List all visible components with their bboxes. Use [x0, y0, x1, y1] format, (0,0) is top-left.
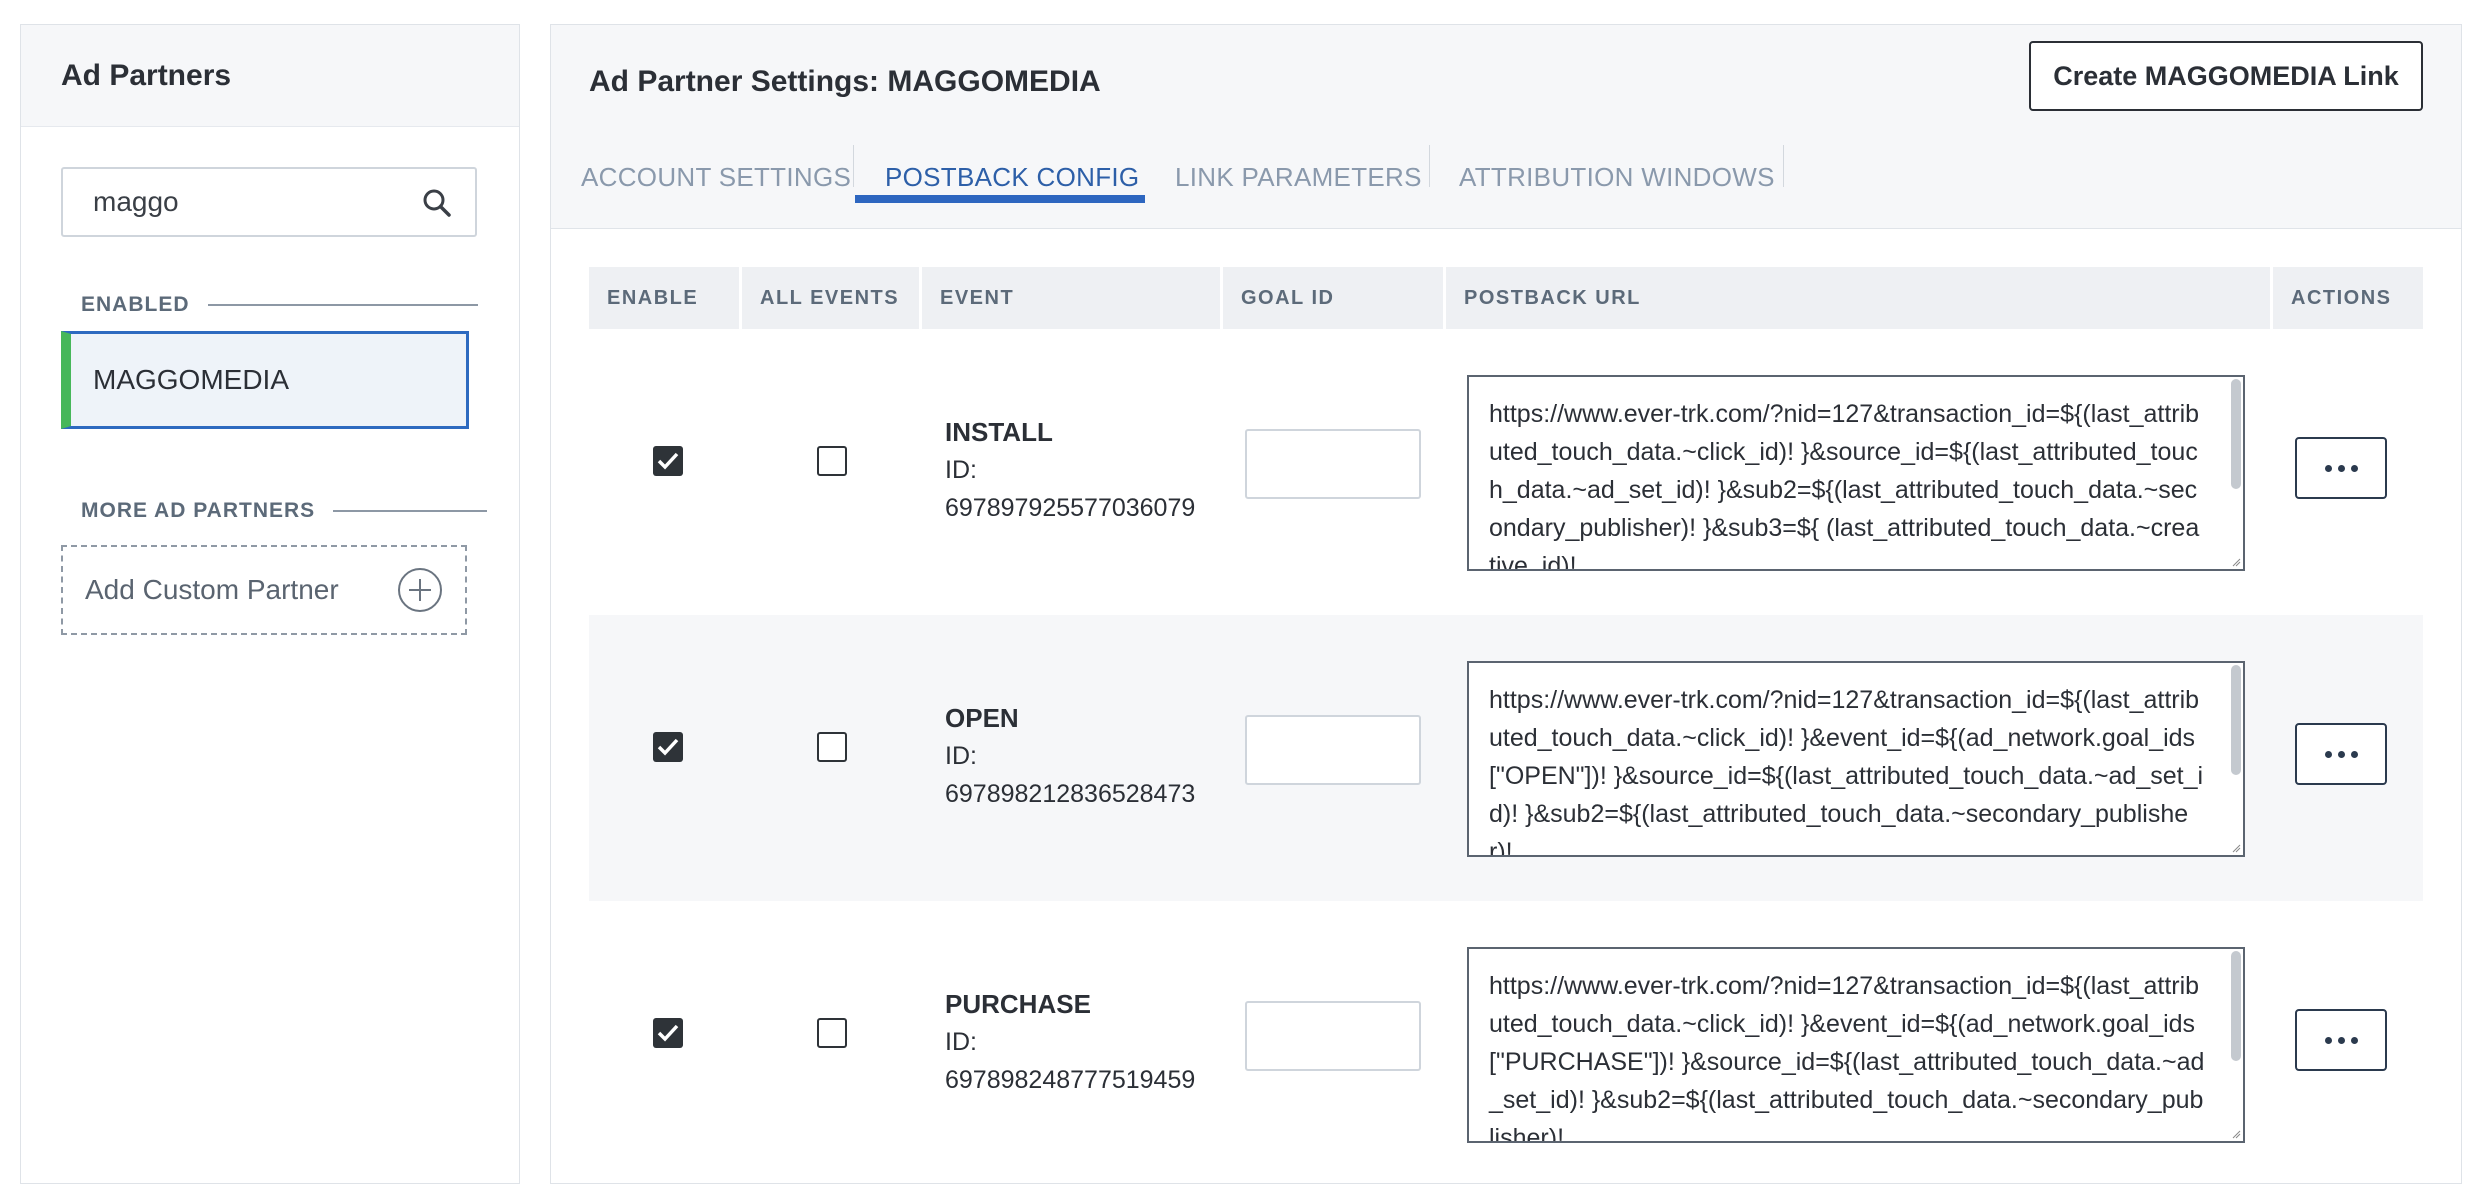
- more-partners-divider: [333, 510, 488, 512]
- tab-divider: [1783, 145, 1784, 187]
- scrollbar[interactable]: [2231, 951, 2241, 1061]
- more-icon-dot: [2337, 1036, 2345, 1044]
- tab-attribution-windows[interactable]: ATTRIBUTION WINDOWS: [1459, 127, 1775, 227]
- event-id-value: 697897925577036079: [945, 494, 1196, 522]
- checkmark-icon: [657, 738, 679, 756]
- page-title: Ad Partner Settings: MAGGOMEDIA: [589, 65, 1101, 98]
- partner-item-label: MAGGOMEDIA: [93, 364, 290, 395]
- more-icon: [2324, 1036, 2332, 1044]
- table-row: INSTALL ID: 697897925577036079 https://w…: [589, 329, 2423, 615]
- postback-url-textarea[interactable]: https://www.ever-trk.com/?nid=127&transa…: [1467, 375, 2245, 571]
- partner-settings-panel: Ad Partner Settings: MAGGOMEDIA Create M…: [550, 24, 2462, 1184]
- resize-handle-icon[interactable]: [2231, 557, 2241, 567]
- search-icon[interactable]: [421, 187, 453, 219]
- postback-url-text: https://www.ever-trk.com/?nid=127&transa…: [1489, 400, 2200, 571]
- enabled-section-label: ENABLED: [81, 293, 478, 317]
- event-id-value: 697898212836528473: [945, 780, 1196, 808]
- all-events-checkbox[interactable]: [817, 732, 847, 762]
- more-partners-label-text: MORE AD PARTNERS: [81, 499, 316, 522]
- tab-link-parameters[interactable]: LINK PARAMETERS: [1175, 127, 1422, 227]
- goal-id-input[interactable]: [1245, 429, 1421, 499]
- event-name: OPEN: [945, 703, 1019, 733]
- col-header-postback-url: POSTBACK URL: [1464, 286, 1641, 309]
- more-partners-section-label: MORE AD PARTNERS: [81, 499, 488, 523]
- event-id-label: ID:: [945, 1028, 977, 1056]
- goal-id-input[interactable]: [1245, 1001, 1421, 1071]
- enable-checkbox[interactable]: [653, 1018, 683, 1048]
- postback-url-textarea[interactable]: https://www.ever-trk.com/?nid=127&transa…: [1467, 947, 2245, 1143]
- ad-partners-panel: Ad Partners ENABLED MAGGOMEDIA MORE AD P…: [20, 24, 520, 1184]
- checkmark-icon: [657, 1024, 679, 1042]
- enable-checkbox[interactable]: [653, 732, 683, 762]
- more-icon-dot: [2337, 464, 2345, 472]
- enabled-divider: [207, 304, 478, 306]
- event-id-label: ID:: [945, 742, 977, 770]
- ad-partners-title: Ad Partners: [61, 59, 232, 92]
- goal-id-input[interactable]: [1245, 715, 1421, 785]
- create-link-button[interactable]: Create MAGGOMEDIA Link: [2029, 41, 2423, 111]
- resize-handle-icon[interactable]: [2231, 843, 2241, 853]
- col-header-actions: ACTIONS: [2291, 286, 2392, 309]
- add-custom-partner-label: Add Custom Partner: [85, 574, 339, 605]
- more-icon-dot: [2350, 750, 2358, 758]
- scrollbar[interactable]: [2231, 665, 2241, 775]
- enabled-partner-maggomedia[interactable]: MAGGOMEDIA: [61, 331, 469, 429]
- partner-search-input[interactable]: [91, 185, 447, 219]
- col-header-all-events: ALL EVENTS: [760, 286, 900, 309]
- enabled-label-text: ENABLED: [81, 293, 190, 316]
- more-icon-dot: [2350, 1036, 2358, 1044]
- checkmark-icon: [657, 452, 679, 470]
- settings-tabs: ACCOUNT SETTINGS POSTBACK CONFIG LINK PA…: [551, 127, 2461, 229]
- more-icon-dot: [2350, 464, 2358, 472]
- more-icon-dot: [2337, 750, 2345, 758]
- partner-search-box[interactable]: [61, 167, 477, 237]
- scrollbar[interactable]: [2231, 379, 2241, 489]
- tab-postback-config[interactable]: POSTBACK CONFIG: [885, 127, 1139, 227]
- postback-table-header: ENABLE ALL EVENTS EVENT GOAL ID POSTBACK…: [589, 267, 2423, 329]
- postback-url-text: https://www.ever-trk.com/?nid=127&transa…: [1489, 686, 2204, 857]
- all-events-checkbox[interactable]: [817, 1018, 847, 1048]
- all-events-checkbox[interactable]: [817, 446, 847, 476]
- row-actions-button[interactable]: [2295, 723, 2387, 785]
- col-header-goal-id: GOAL ID: [1241, 286, 1335, 309]
- table-row: PURCHASE ID: 697898248777519459 https://…: [589, 901, 2423, 1187]
- event-name: INSTALL: [945, 417, 1053, 447]
- postback-url-textarea[interactable]: https://www.ever-trk.com/?nid=127&transa…: [1467, 661, 2245, 857]
- ad-partners-header: Ad Partners: [21, 25, 519, 127]
- tab-account-settings[interactable]: ACCOUNT SETTINGS: [581, 127, 851, 227]
- postback-url-text: https://www.ever-trk.com/?nid=127&transa…: [1489, 972, 2205, 1143]
- event-name: PURCHASE: [945, 989, 1091, 1019]
- active-tab-indicator: [855, 195, 1145, 203]
- event-id-label: ID:: [945, 456, 977, 484]
- resize-handle-icon[interactable]: [2231, 1129, 2241, 1139]
- add-custom-partner-button[interactable]: Add Custom Partner: [61, 545, 467, 635]
- tab-divider: [1429, 145, 1430, 187]
- enable-checkbox[interactable]: [653, 446, 683, 476]
- col-header-event: EVENT: [940, 286, 1015, 309]
- row-actions-button[interactable]: [2295, 1009, 2387, 1071]
- tab-divider: [853, 145, 854, 187]
- plus-circle-icon: [398, 568, 442, 612]
- row-actions-button[interactable]: [2295, 437, 2387, 499]
- col-header-enable: ENABLE: [607, 286, 699, 309]
- table-row: OPEN ID: 697898212836528473 https://www.…: [589, 615, 2423, 901]
- more-icon: [2324, 750, 2332, 758]
- more-icon: [2324, 464, 2332, 472]
- event-id-value: 697898248777519459: [945, 1066, 1196, 1094]
- settings-header: Ad Partner Settings: MAGGOMEDIA Create M…: [551, 25, 2461, 127]
